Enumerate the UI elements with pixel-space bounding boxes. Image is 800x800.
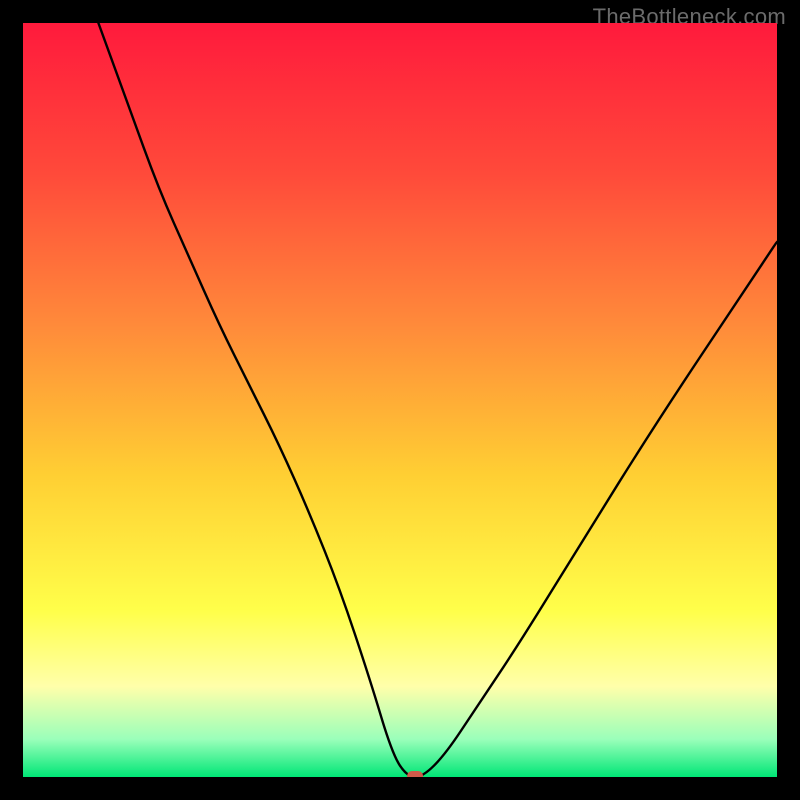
bottleneck-chart xyxy=(23,23,777,777)
chart-frame: TheBottleneck.com xyxy=(0,0,800,800)
optimal-marker xyxy=(407,771,423,777)
gradient-background xyxy=(23,23,777,777)
